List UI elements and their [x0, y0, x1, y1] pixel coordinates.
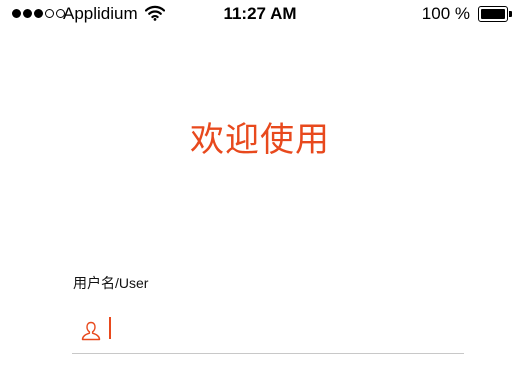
battery-fill — [481, 9, 505, 19]
battery-body — [478, 6, 508, 22]
username-input[interactable] — [106, 316, 446, 344]
battery-percent: 100 % — [421, 4, 470, 23]
username-field[interactable] — [72, 312, 464, 354]
status-bar: Applidium 11:27 AM 100 % — [0, 0, 520, 28]
welcome-title: 欢迎使用 — [190, 121, 330, 159]
text-caret — [109, 317, 111, 339]
username-label: 用户名/User — [73, 275, 149, 291]
battery-icon — [478, 6, 512, 22]
user-icon — [81, 321, 101, 341]
battery-nub — [509, 11, 512, 17]
